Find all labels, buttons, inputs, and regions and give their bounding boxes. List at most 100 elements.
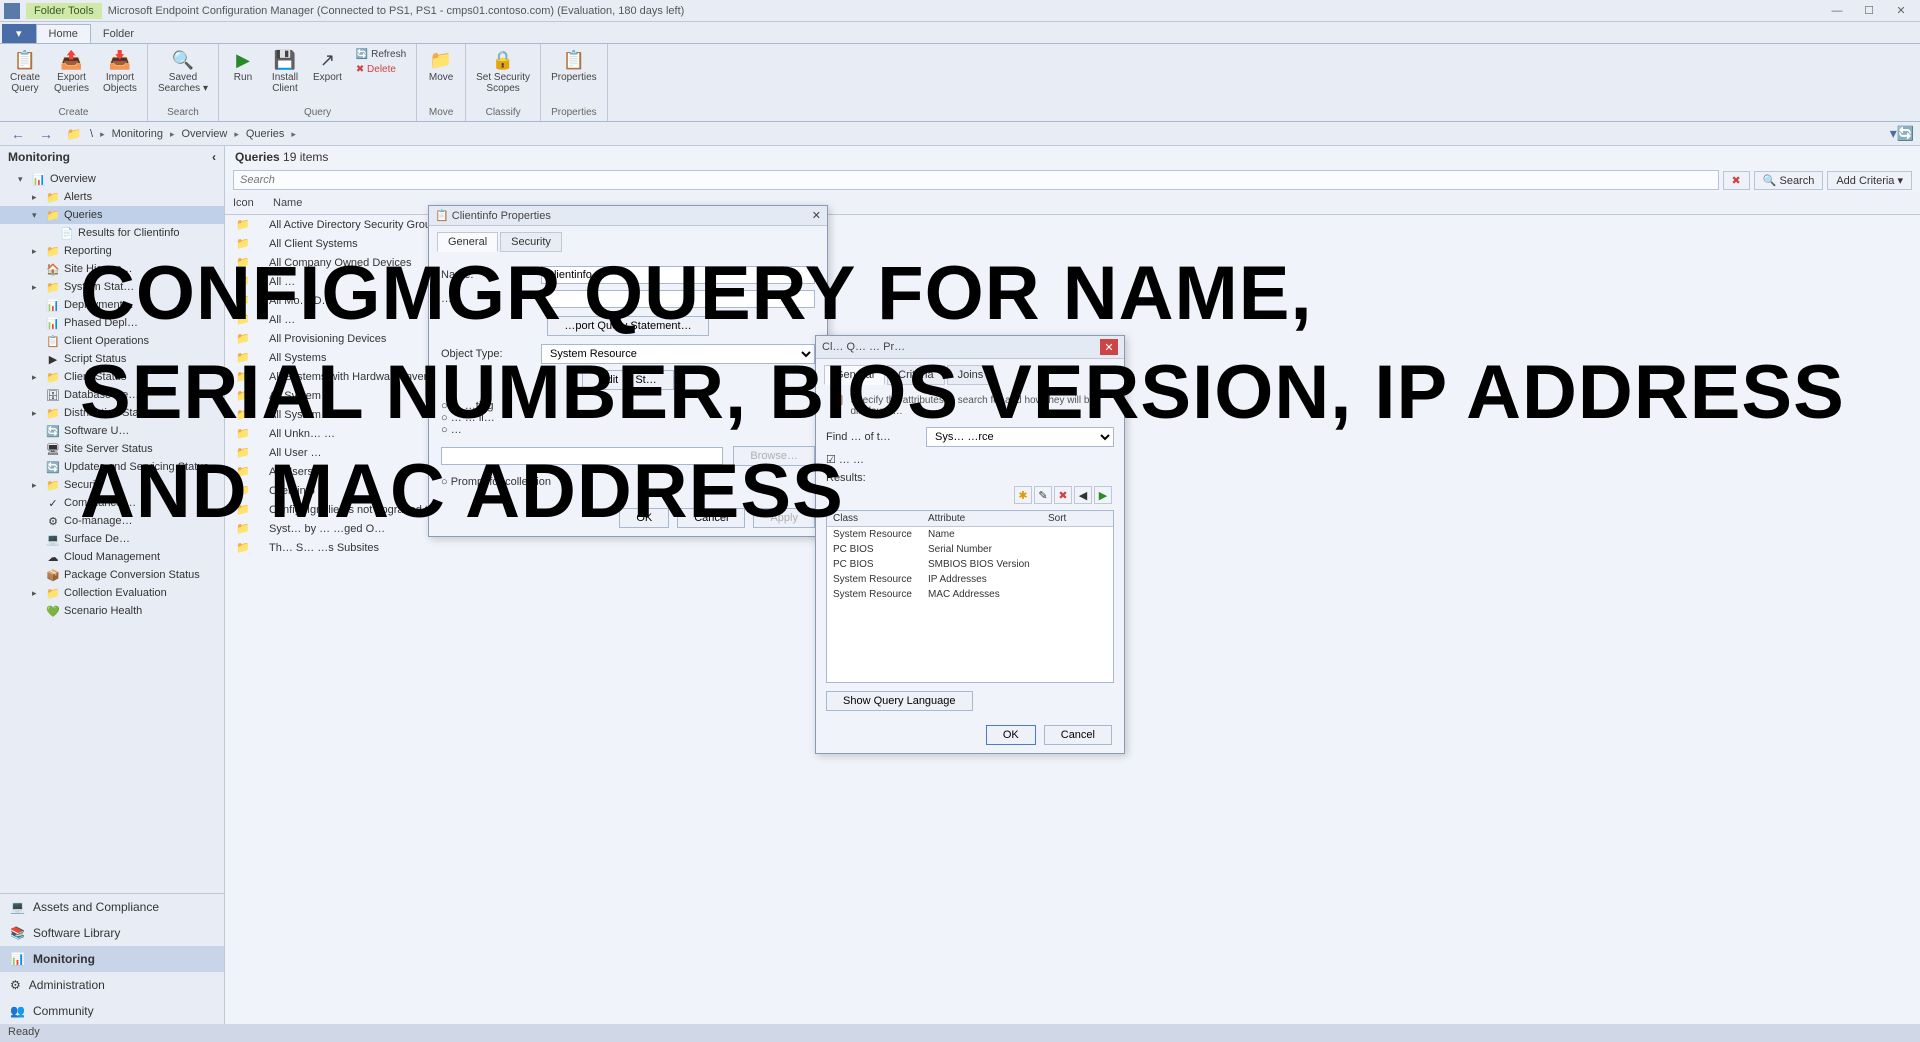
find-type-select[interactable]: Sys… …rce xyxy=(926,427,1114,447)
export-queries-button[interactable]: 📤Export Queries xyxy=(48,46,95,96)
dialog-tab-general[interactable]: General xyxy=(437,232,498,252)
refresh-nav-button[interactable]: ▾🔄 xyxy=(1890,124,1914,144)
dlg2-tab-joins[interactable]: Joins xyxy=(947,365,995,385)
dialog-tab-security[interactable]: Security xyxy=(500,232,562,252)
workspace-nav-item[interactable]: 📚Software Library xyxy=(0,920,224,946)
tree-item[interactable]: 📊Deployment… xyxy=(0,296,224,314)
radio-limiting[interactable]: ○ … …ting xyxy=(441,400,815,412)
create-query-button[interactable]: 📋Create Query xyxy=(4,46,46,96)
tree-item[interactable]: ▸📁Collection Evaluation xyxy=(0,584,224,602)
home-icon[interactable]: 📁 xyxy=(62,124,86,144)
folder-tools-tab[interactable]: Folder Tools xyxy=(26,3,102,19)
tree-item[interactable]: ▾📁Queries xyxy=(0,206,224,224)
tree-item[interactable]: 💚Scenario Health xyxy=(0,602,224,620)
apply-button[interactable]: Apply xyxy=(753,508,815,528)
refresh-button[interactable]: 🔄 Refresh xyxy=(352,48,410,61)
run-button[interactable]: ▶Run xyxy=(223,46,263,85)
tree-item[interactable]: ▸📁Reporting xyxy=(0,242,224,260)
tree-item[interactable]: 📋Client Operations xyxy=(0,332,224,350)
add-criteria-button[interactable]: Add Criteria ▾ xyxy=(1827,171,1912,190)
workspace-nav-item[interactable]: 💻Assets and Compliance xyxy=(0,894,224,920)
comment-field[interactable] xyxy=(541,290,815,308)
col-sort[interactable]: Sort xyxy=(1042,511,1092,526)
delete-button[interactable]: ✖ Delete xyxy=(352,63,410,76)
saved-searches-button[interactable]: 🔍Saved Searches ▾ xyxy=(152,46,214,96)
cancel-button[interactable]: Cancel xyxy=(677,508,745,528)
new-result-button[interactable]: ✱ xyxy=(1014,486,1032,504)
dlg2-tab-criteria[interactable]: Criteria xyxy=(887,365,944,385)
tab-home[interactable]: Home xyxy=(36,24,91,43)
breadcrumb[interactable]: \ Monitoring Overview Queries xyxy=(90,128,299,140)
tree-item[interactable]: 📦Package Conversion Status xyxy=(0,566,224,584)
dialog-close-button[interactable]: ✕ xyxy=(812,209,821,222)
install-client-button[interactable]: 💾Install Client xyxy=(265,46,305,96)
col-attribute[interactable]: Attribute xyxy=(922,511,1042,526)
file-menu[interactable]: ▾ xyxy=(2,24,36,43)
tree-item[interactable]: ☁Cloud Management xyxy=(0,548,224,566)
tree-item[interactable]: 🗄Database Re… xyxy=(0,386,224,404)
ok-button[interactable]: OK xyxy=(619,508,669,528)
omit-checkbox[interactable]: ☑ … … xyxy=(826,453,1114,466)
result-row[interactable]: System ResourceMAC Addresses xyxy=(827,587,1113,602)
radio-limit-to[interactable]: ○ … … li… xyxy=(441,412,815,424)
object-type-select[interactable]: System Resource xyxy=(541,344,815,364)
tree-item[interactable]: ▸📁Distribution Stat… xyxy=(0,404,224,422)
result-row[interactable]: System ResourceIP Addresses xyxy=(827,572,1113,587)
dialog2-close-button[interactable]: ✕ xyxy=(1100,339,1118,355)
edit-result-button[interactable]: ✎ xyxy=(1034,486,1052,504)
tree-item[interactable]: 🔄Updates and Servicing Status xyxy=(0,458,224,476)
show-query-language-button[interactable]: Show Query Language xyxy=(826,691,973,711)
result-row[interactable]: System ResourceName xyxy=(827,527,1113,542)
search-input[interactable] xyxy=(233,170,1719,190)
back-button[interactable]: ← xyxy=(6,124,30,144)
export-button[interactable]: ↗Export xyxy=(307,46,348,85)
tree-item[interactable]: ▸📁System Stat… xyxy=(0,278,224,296)
dlg2-ok-button[interactable]: OK xyxy=(986,725,1036,745)
col-icon[interactable]: Icon xyxy=(225,195,265,211)
minimize-button[interactable]: — xyxy=(1822,2,1852,20)
tree-item[interactable]: ⚙Co-manage… xyxy=(0,512,224,530)
tree-item[interactable]: ▸📁Alerts xyxy=(0,188,224,206)
workspace-nav-item[interactable]: 👥Community xyxy=(0,998,224,1024)
tree-item[interactable]: 🔄Software U… xyxy=(0,422,224,440)
properties-button[interactable]: 📋Properties xyxy=(545,46,603,85)
forward-button[interactable]: → xyxy=(34,124,58,144)
tab-folder[interactable]: Folder xyxy=(91,25,146,43)
search-button[interactable]: 🔍 Search xyxy=(1754,171,1824,190)
move-up-button[interactable]: ◀ xyxy=(1074,486,1092,504)
import-objects-button[interactable]: 📥Import Objects xyxy=(97,46,143,96)
collection-field[interactable] xyxy=(441,447,723,465)
clear-search-button[interactable]: ✖ xyxy=(1723,171,1750,190)
import-query-statement-button[interactable]: …port Query Statement… xyxy=(547,316,708,336)
collapse-icon[interactable]: ‹ xyxy=(212,150,216,164)
result-row[interactable]: PC BIOSSerial Number xyxy=(827,542,1113,557)
tree-item[interactable]: ▾📊Overview xyxy=(0,170,224,188)
move-button[interactable]: 📁Move xyxy=(421,46,461,85)
tree-item[interactable]: 📊Phased Depl… xyxy=(0,314,224,332)
dlg2-tab-general[interactable]: General xyxy=(824,365,885,385)
tree-item[interactable]: 🏠Site Hierarc… xyxy=(0,260,224,278)
workspace-nav-item[interactable]: 📊Monitoring xyxy=(0,946,224,972)
browse-button[interactable]: Browse… xyxy=(733,446,815,466)
workspace-nav-item[interactable]: ⚙Administration xyxy=(0,972,224,998)
tree-item[interactable]: ▶Script Status xyxy=(0,350,224,368)
tree-item[interactable]: ✓Compliance … xyxy=(0,494,224,512)
result-row[interactable]: PC BIOSSMBIOS BIOS Version xyxy=(827,557,1113,572)
tree-item[interactable]: ▸📁Security xyxy=(0,476,224,494)
radio-other[interactable]: ○ … xyxy=(441,424,815,436)
name-field[interactable] xyxy=(541,266,815,284)
move-down-button[interactable]: ▶ xyxy=(1094,486,1112,504)
prompt-checkbox[interactable]: ○ Prompt for collection xyxy=(441,472,815,492)
col-name[interactable]: Name xyxy=(265,195,310,211)
close-button[interactable]: ✕ xyxy=(1886,2,1916,20)
maximize-button[interactable]: ☐ xyxy=(1854,2,1884,20)
delete-result-button[interactable]: ✖ xyxy=(1054,486,1072,504)
tree-item[interactable]: ▸📁Client Status xyxy=(0,368,224,386)
set-security-scopes-button[interactable]: 🔒Set Security Scopes xyxy=(470,46,536,96)
tree-item[interactable]: 📄Results for Clientinfo xyxy=(0,224,224,242)
dlg2-cancel-button[interactable]: Cancel xyxy=(1044,725,1112,745)
edit-query-statement-button[interactable]: Edit … St… xyxy=(582,370,673,390)
col-class[interactable]: Class xyxy=(827,511,922,526)
tree-item[interactable]: 💻Surface De… xyxy=(0,530,224,548)
tree-item[interactable]: 🖥Site Server Status xyxy=(0,440,224,458)
